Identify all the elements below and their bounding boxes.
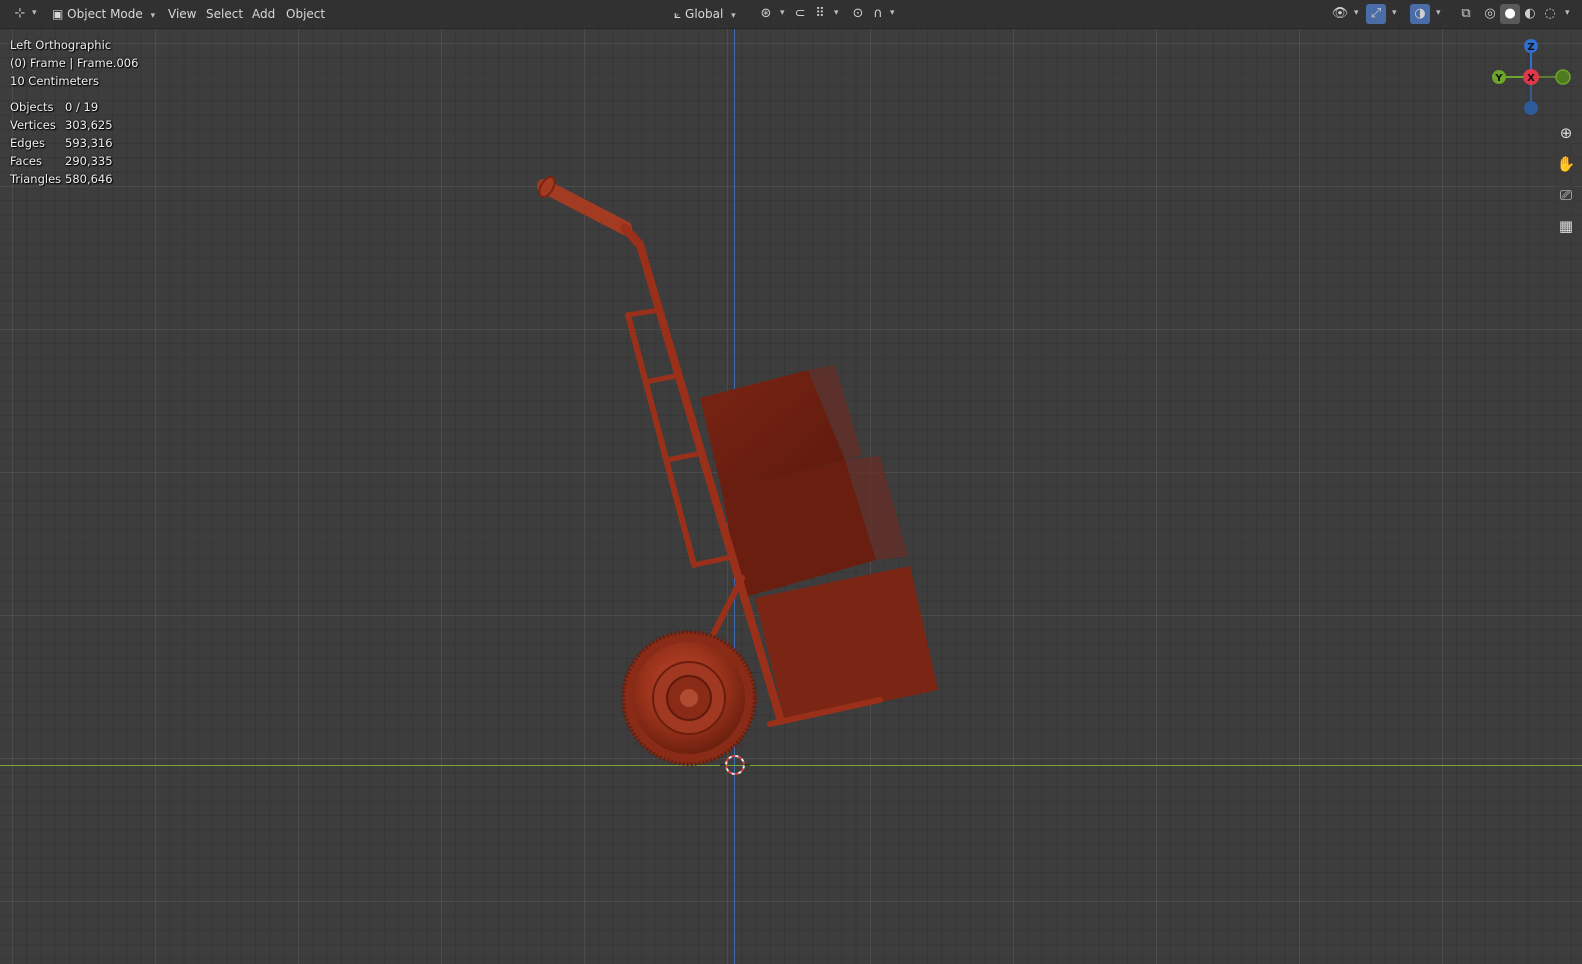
menu-view[interactable]: View	[162, 4, 202, 24]
chevron-down-icon: ▾	[731, 11, 736, 21]
xray-toggle-icon[interactable]: ⧉	[1456, 4, 1476, 24]
svg-text:Y: Y	[1494, 73, 1503, 84]
viewport-header: ⊹ ▾ ▣ Object Mode ▾ View Select Add Obje…	[0, 0, 1582, 29]
gizmo-toggle-icon[interactable]: ⤢	[1366, 4, 1386, 24]
stat-value: 593,316	[65, 136, 113, 150]
viewport-info: Left Orthographic (0) Frame | Frame.006 …	[10, 36, 138, 90]
gizmo-x-axis[interactable]: X	[1523, 69, 1539, 85]
view-name: Left Orthographic	[10, 38, 112, 52]
menu-add[interactable]: Add	[246, 4, 281, 24]
camera-view-icon[interactable]: ⎚	[1553, 182, 1579, 208]
stat-label: Edges	[10, 136, 45, 150]
chevron-down-icon: ▾	[834, 8, 839, 18]
menu-object[interactable]: Object	[280, 4, 331, 24]
hand-truck-model[interactable]	[0, 0, 1582, 964]
stat-value: 580,646	[65, 172, 113, 186]
stat-row-edges: Edges 593,316	[10, 134, 113, 152]
pivot-point-icon[interactable]: ⊛	[756, 4, 776, 24]
zoom-icon[interactable]: ⊕	[1553, 120, 1579, 146]
svg-text:X: X	[1527, 73, 1535, 84]
orientation-label: Global	[685, 7, 724, 21]
3d-cursor[interactable]	[720, 755, 750, 775]
chevron-down-icon: ▾	[1436, 8, 1441, 18]
material-preview-icon[interactable]: ◐	[1520, 4, 1540, 24]
rendered-shading-icon[interactable]: ◌	[1540, 4, 1560, 24]
visibility-eye-icon[interactable]: 👁	[1330, 4, 1350, 24]
stat-row-triangles: Triangles 580,646	[10, 170, 113, 188]
stat-label: Vertices	[10, 118, 56, 132]
stat-label: Faces	[10, 154, 42, 168]
mode-selector[interactable]: ▣ Object Mode ▾	[46, 4, 161, 24]
overlays-icon[interactable]: ◑	[1410, 4, 1430, 24]
scene-statistics: Objects 0 / 19 Vertices 303,625 Edges 59…	[10, 98, 113, 188]
falloff-curve-icon[interactable]: ∩	[868, 4, 888, 24]
chevron-down-icon: ▾	[150, 11, 156, 21]
mode-label: Object Mode	[67, 7, 143, 21]
ortho-grid-icon[interactable]: ▦	[1553, 213, 1579, 239]
snap-magnet-icon[interactable]: ⊂	[790, 4, 810, 24]
collection-info: (0) Frame | Frame.006	[10, 56, 139, 70]
gizmo-neg-z-axis[interactable]	[1524, 101, 1538, 115]
pan-hand-icon[interactable]: ✋	[1553, 151, 1579, 177]
stat-value: 303,625	[65, 118, 113, 132]
stat-label: Objects	[10, 100, 54, 114]
chevron-down-icon: ▾	[32, 8, 37, 18]
wireframe-shading-icon[interactable]: ◎	[1480, 4, 1500, 24]
stat-value: 290,335	[65, 154, 113, 168]
stat-row-objects: Objects 0 / 19	[10, 98, 113, 116]
gizmo-y-axis[interactable]: Y	[1492, 70, 1506, 84]
stat-row-faces: Faces 290,335	[10, 152, 113, 170]
editor-type-button[interactable]: ⊹	[10, 4, 30, 24]
wheel	[621, 630, 757, 766]
gizmo-z-axis[interactable]: Z	[1524, 39, 1538, 53]
orientation-icon: ⟀	[674, 7, 682, 21]
chevron-down-icon: ▾	[1565, 8, 1570, 18]
solid-shading-icon[interactable]: ●	[1500, 4, 1520, 24]
axes-icon: ⊹	[14, 6, 26, 21]
chevron-down-icon: ▾	[1354, 8, 1359, 18]
transform-orientation-dropdown[interactable]: ⟀ Global ▾	[668, 4, 742, 24]
chevron-down-icon: ▾	[780, 8, 785, 18]
chevron-down-icon: ▾	[890, 8, 895, 18]
stat-value: 0 / 19	[65, 100, 99, 114]
stat-label: Triangles	[10, 172, 62, 186]
navigation-gizmo[interactable]: Z Y X	[1488, 36, 1574, 122]
svg-text:Z: Z	[1527, 42, 1534, 53]
stat-row-vertices: Vertices 303,625	[10, 116, 113, 134]
proportional-edit-icon[interactable]: ⊙	[848, 4, 868, 24]
snap-grid-icon[interactable]: ⠿	[810, 4, 830, 24]
menu-select[interactable]: Select	[200, 4, 249, 24]
scale-info: 10 Centimeters	[10, 74, 99, 88]
gizmo-neg-y-axis[interactable]	[1555, 69, 1571, 85]
chevron-down-icon: ▾	[1392, 8, 1397, 18]
object-mode-icon: ▣	[52, 7, 64, 21]
